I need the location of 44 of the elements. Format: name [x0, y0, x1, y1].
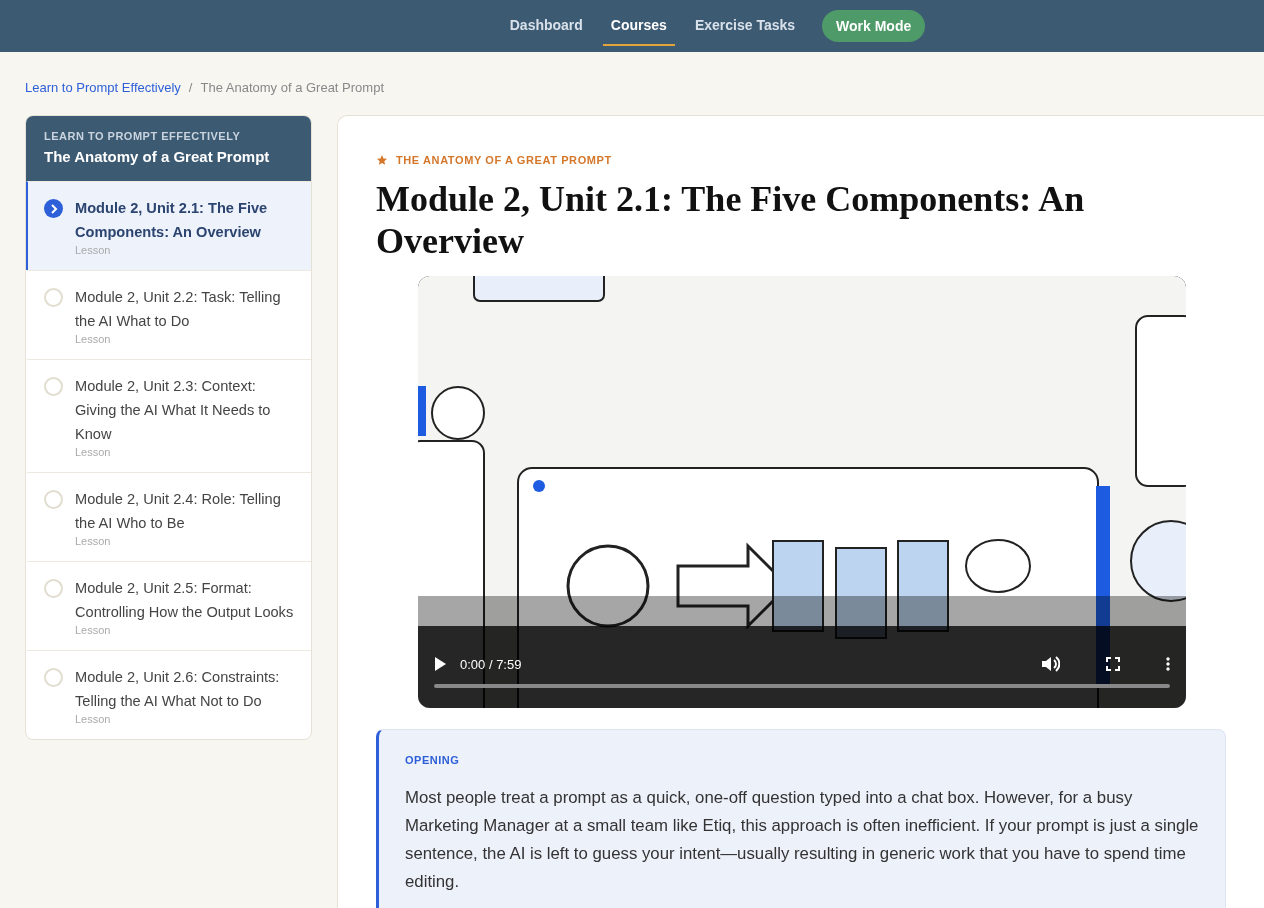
- nav-tab[interactable]: Dashboard: [501, 6, 591, 46]
- lesson-item[interactable]: Module 2, Unit 2.5: Format: Controlling How the Output Looks Lesson: [26, 561, 311, 650]
- lesson-type: Lesson: [75, 535, 112, 547]
- chevron-icon: [44, 199, 63, 218]
- circle-icon: [44, 288, 63, 307]
- lesson-type: Lesson: [75, 713, 112, 725]
- lesson-item[interactable]: Module 2, Unit 2.6: Constraints: Telling the AI What Not to Do Lesson: [26, 650, 311, 739]
- lesson-title: Module 2, Unit 2.4: Role: Telling the AI Who to Be: [75, 490, 282, 533]
- circle-icon: [44, 579, 63, 598]
- video-time: 0:00 / 7:59: [460, 656, 522, 672]
- lesson-title: Module 2, Unit 2.5: Format: Controlling How the Output Looks: [75, 579, 295, 622]
- star-icon: [376, 154, 388, 166]
- lesson-type: Lesson: [75, 624, 112, 636]
- lesson-title: Module 2, Unit 2.2: Task: Telling the AI What to Do: [75, 288, 282, 331]
- callout-label: OPENING: [405, 754, 461, 766]
- callout-text: Most people treat a prompt as a quick, one-off question typed into a chat box. However, for a busy Marketing Manager at a small team like Etiq, this approach is often inefficient. If your prompt is just a single sentence, the AI is left to guess your intent—usually resulting in generic work that you have to spend time editing.: [405, 787, 1199, 893]
- circle-icon: [44, 377, 63, 396]
- lesson-type: Lesson: [75, 333, 112, 345]
- play-icon[interactable]: [434, 657, 446, 671]
- circle-icon: [44, 668, 63, 687]
- lesson-item[interactable]: Module 2, Unit 2.2: Task: Telling the AI What to Do Lesson: [26, 270, 311, 359]
- nav-tab[interactable]: Exercise Tasks: [686, 6, 804, 46]
- lesson-title: Module 2, Unit 2.6: Constraints: Telling the AI What Not to Do: [75, 668, 281, 711]
- nav-tab[interactable]: Courses: [602, 6, 675, 46]
- breadcrumb-link[interactable]: Learn to Prompt Effectively: [25, 80, 181, 115]
- lesson-item[interactable]: Module 2, Unit 2.1: The Five Components: An Overview Lesson: [26, 181, 311, 270]
- lesson-title: Module 2, Unit 2.3: Context: Giving the AI What It Needs to Know: [75, 377, 272, 444]
- fullscreen-icon[interactable]: [1106, 657, 1120, 671]
- breadcrumb-current: The Anatomy of a Great Prompt: [200, 80, 384, 97]
- more-icon[interactable]: [1166, 657, 1170, 671]
- section-title: The Anatomy of a Great Prompt: [44, 148, 271, 165]
- volume-icon[interactable]: [1042, 656, 1060, 672]
- page-title: Module 2, Unit 2.1: The Five Components: An Overview: [376, 178, 1086, 262]
- lesson-type: Lesson: [75, 446, 112, 458]
- lesson-type: Lesson: [75, 244, 112, 256]
- lesson-title: Module 2, Unit 2.1: The Five Components: An Overview: [75, 199, 269, 242]
- circle-icon: [44, 490, 63, 509]
- progress-track[interactable]: [434, 684, 1170, 688]
- breadcrumb-separator: /: [188, 80, 193, 97]
- course-name: LEARN TO PROMPT EFFECTIVELY: [44, 130, 242, 142]
- lesson-item[interactable]: Module 2, Unit 2.4: Role: Telling the AI Who to Be Lesson: [26, 472, 311, 561]
- eyebrow-label: THE ANATOMY OF A GREAT PROMPT: [396, 154, 612, 166]
- video-player[interactable]: 0:00 / 7:59: [418, 276, 1186, 708]
- lesson-item[interactable]: Module 2, Unit 2.3: Context: Giving the AI What It Needs to Know Lesson: [26, 359, 311, 472]
